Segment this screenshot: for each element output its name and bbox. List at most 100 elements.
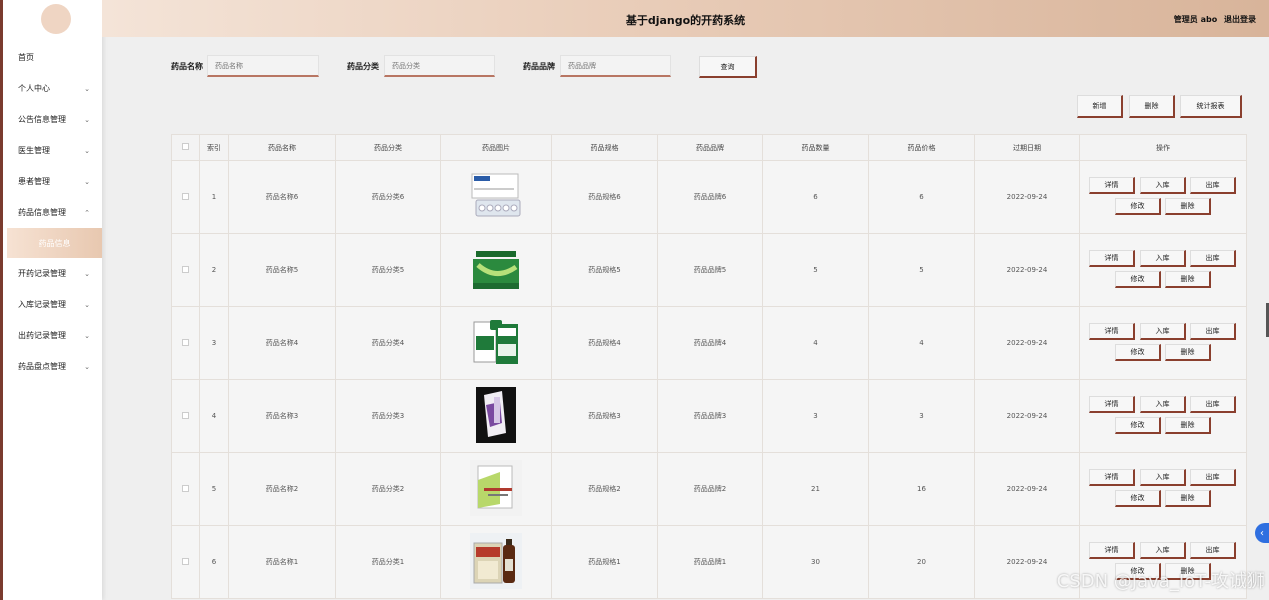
row-checkbox[interactable]: [182, 338, 189, 346]
edit-button[interactable]: 修改: [1115, 417, 1161, 434]
table-row: 3 药品名称4 药品分类4 药品规格4 药品品牌4 4 4 2022-09-24 详情 入库 出库修…: [171, 306, 1247, 380]
detail-button[interactable]: 详情: [1089, 177, 1135, 194]
detail-button[interactable]: 详情: [1089, 250, 1135, 267]
drug-image-cell: [440, 306, 552, 380]
column-header[interactable]: 药品分类: [335, 134, 441, 161]
chevron-down-icon: ⌄: [84, 300, 90, 309]
drug-image[interactable]: [470, 241, 522, 297]
query-button[interactable]: 查询: [699, 56, 757, 78]
stock-out-button[interactable]: 出库: [1190, 469, 1236, 486]
edit-button[interactable]: 修改: [1115, 198, 1161, 215]
select-all-checkbox[interactable]: [182, 143, 189, 150]
detail-button[interactable]: 详情: [1089, 396, 1135, 413]
column-header[interactable]: 药品数量: [762, 134, 869, 161]
drug-category-input[interactable]: [384, 55, 495, 77]
drug-image[interactable]: [470, 168, 522, 224]
batch-delete-button[interactable]: 删除: [1129, 95, 1175, 118]
drug-price-cell: 5: [868, 233, 975, 307]
sidebar-item-home[interactable]: 首页: [3, 42, 102, 73]
row-checkbox[interactable]: [182, 484, 189, 492]
stock-in-button[interactable]: 入库: [1140, 177, 1186, 194]
column-header[interactable]: 药品价格: [868, 134, 975, 161]
chevron-down-icon: ⌄: [84, 115, 90, 124]
stock-in-button[interactable]: 入库: [1140, 396, 1186, 413]
sidebar-subitem-label: 药品信息: [38, 238, 71, 248]
delete-button[interactable]: 删除: [1165, 344, 1211, 361]
drug-name-cell: 药品名称6: [228, 160, 336, 234]
index-cell: 2: [199, 233, 229, 307]
drug-image[interactable]: [470, 533, 522, 589]
sidebar-item-doctor[interactable]: 医生管理 ⌄: [3, 135, 102, 166]
operations-cell: 详情 入库 出库修改 删除: [1079, 306, 1247, 380]
stock-out-button[interactable]: 出库: [1190, 323, 1236, 340]
report-button[interactable]: 统计报表: [1180, 95, 1242, 118]
drug-name-input[interactable]: [207, 55, 319, 77]
column-header[interactable]: 药品品牌: [657, 134, 763, 161]
sidebar-item-stock-out[interactable]: 出药记录管理 ⌄: [3, 320, 102, 351]
detail-button[interactable]: 详情: [1089, 469, 1135, 486]
edit-button[interactable]: 修改: [1115, 344, 1161, 361]
sidebar-item-prescription[interactable]: 开药记录管理 ⌄: [3, 258, 102, 289]
edit-button[interactable]: 修改: [1115, 490, 1161, 507]
column-header[interactable]: 药品名称: [228, 134, 336, 161]
drug-name-cell: 药品名称2: [228, 452, 336, 526]
drug-image-cell: [440, 525, 552, 599]
row-select-cell[interactable]: [171, 452, 200, 526]
stock-out-button[interactable]: 出库: [1190, 542, 1236, 559]
row-select-cell[interactable]: [171, 233, 200, 307]
row-select-cell[interactable]: [171, 306, 200, 380]
detail-button[interactable]: 详情: [1089, 323, 1135, 340]
detail-button[interactable]: 详情: [1089, 542, 1135, 559]
delete-button[interactable]: 删除: [1165, 490, 1211, 507]
delete-button[interactable]: 删除: [1165, 198, 1211, 215]
stock-in-button[interactable]: 入库: [1140, 469, 1186, 486]
header-user-area: 管理员 abo 退出登录: [1170, 14, 1256, 25]
avatar[interactable]: [41, 4, 71, 34]
drug-name-label: 药品名称: [171, 62, 203, 71]
stock-in-button[interactable]: 入库: [1140, 250, 1186, 267]
row-checkbox[interactable]: [182, 557, 189, 565]
drug-image-cell: [440, 233, 552, 307]
delete-button[interactable]: 删除: [1165, 271, 1211, 288]
drug-image[interactable]: [470, 387, 522, 443]
drug-brand-cell: 药品品牌4: [657, 306, 763, 380]
row-checkbox[interactable]: [182, 265, 189, 273]
row-checkbox[interactable]: [182, 192, 189, 200]
sidebar-item-inventory[interactable]: 药品盘点管理 ⌄: [3, 351, 102, 382]
edit-button[interactable]: 修改: [1115, 271, 1161, 288]
drug-image[interactable]: [470, 314, 522, 370]
drug-image[interactable]: [470, 460, 522, 516]
row-checkbox[interactable]: [182, 411, 189, 419]
sidebar-item-label: 首页: [18, 53, 34, 62]
sidebar-item-patient[interactable]: 患者管理 ⌄: [3, 166, 102, 197]
drug-brand-cell: 药品品牌2: [657, 452, 763, 526]
column-header[interactable]: 药品规格: [551, 134, 658, 161]
stock-out-button[interactable]: 出库: [1190, 396, 1236, 413]
add-button[interactable]: 新增: [1077, 95, 1123, 118]
stock-in-button[interactable]: 入库: [1140, 542, 1186, 559]
sidebar-subitem-drug-info[interactable]: 药品信息: [7, 228, 102, 258]
drug-quantity-cell: 4: [762, 306, 869, 380]
row-select-cell[interactable]: [171, 379, 200, 453]
drug-brand-input[interactable]: [560, 55, 671, 77]
chevron-down-icon: ⌄: [84, 84, 90, 93]
sidebar-item-stock-in[interactable]: 入库记录管理 ⌄: [3, 289, 102, 320]
drug-price-cell: 16: [868, 452, 975, 526]
row-select-cell[interactable]: [171, 525, 200, 599]
collapse-panel-button[interactable]: ‹: [1255, 523, 1269, 543]
logout-link[interactable]: 退出登录: [1224, 15, 1256, 24]
stock-out-button[interactable]: 出库: [1190, 177, 1236, 194]
sidebar-item-profile[interactable]: 个人中心 ⌄: [3, 73, 102, 104]
sidebar-menu: 首页 个人中心 ⌄ 公告信息管理 ⌄ 医生管理 ⌄ 患者管理 ⌄ 药品信息管理 ⌃ 药品信…: [3, 42, 102, 382]
stock-out-button[interactable]: 出库: [1190, 250, 1236, 267]
drug-category-cell: 药品分类1: [335, 525, 441, 599]
drug-brand-cell: 药品品牌3: [657, 379, 763, 453]
sidebar-item-notice[interactable]: 公告信息管理 ⌄: [3, 104, 102, 135]
delete-button[interactable]: 删除: [1165, 417, 1211, 434]
chevron-down-icon: ⌄: [84, 269, 90, 278]
row-select-cell[interactable]: [171, 160, 200, 234]
select-all-cell[interactable]: [171, 134, 200, 161]
column-header[interactable]: 过期日期: [974, 134, 1080, 161]
stock-in-button[interactable]: 入库: [1140, 323, 1186, 340]
sidebar-item-drug-info[interactable]: 药品信息管理 ⌃: [3, 197, 102, 228]
